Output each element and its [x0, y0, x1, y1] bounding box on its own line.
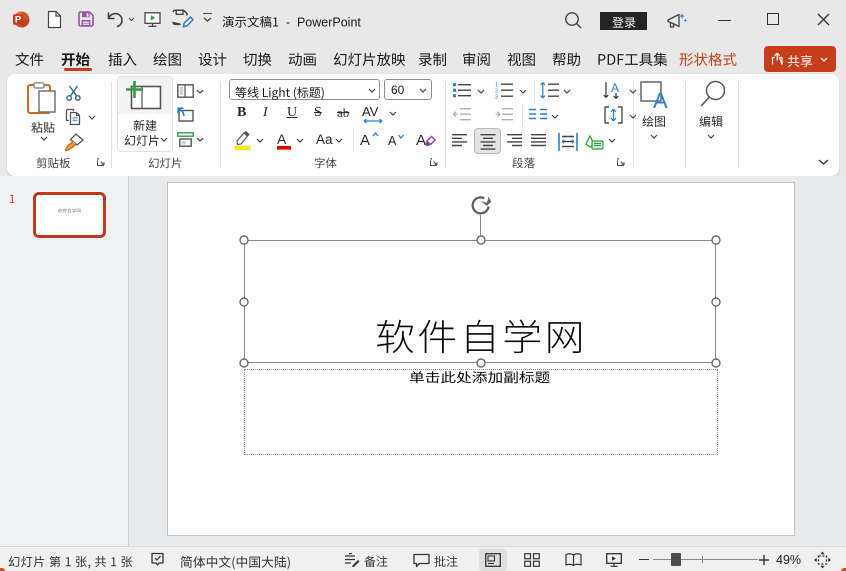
svg-text:AV: AV [362, 105, 379, 119]
svg-text:A: A [360, 132, 370, 148]
svg-text:A: A [388, 134, 397, 148]
svg-text:A: A [653, 88, 668, 109]
svg-text:A: A [277, 131, 287, 147]
svg-text:A: A [416, 132, 426, 149]
svg-text:A: A [611, 81, 619, 95]
svg-text:3: 3 [495, 95, 498, 100]
svg-text:P: P [15, 15, 22, 26]
